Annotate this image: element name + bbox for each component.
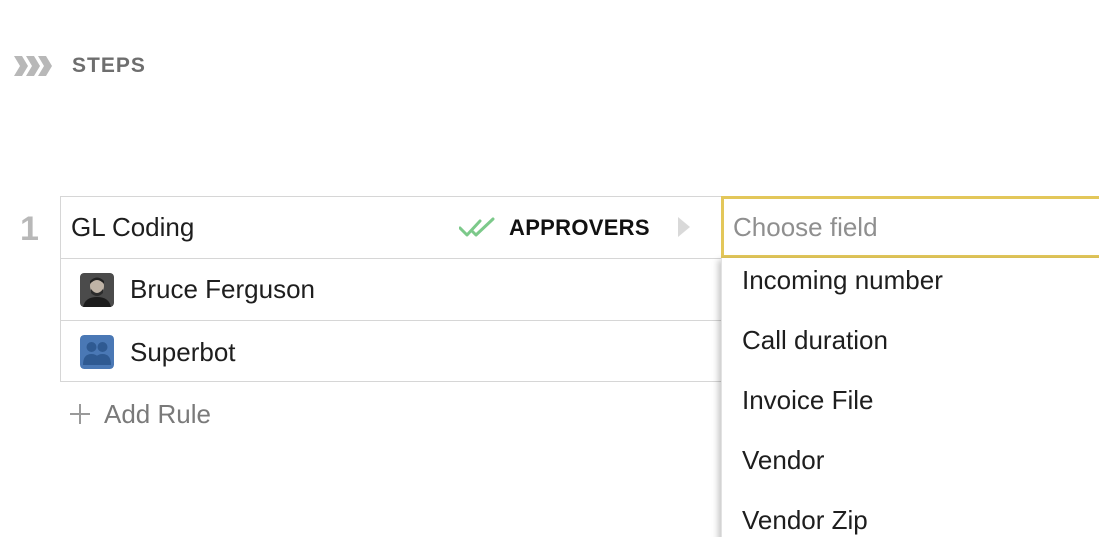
caret-right-icon[interactable]	[677, 216, 691, 238]
dropdown-option[interactable]: Incoming number	[722, 258, 1099, 318]
step-header-row[interactable]: GL Coding APPROVERS	[61, 197, 729, 259]
approvers-toggle[interactable]: APPROVERS	[459, 197, 650, 259]
dropdown-option[interactable]: Vendor Zip	[722, 498, 1099, 537]
approvers-label: APPROVERS	[509, 215, 650, 240]
double-check-icon	[459, 217, 495, 237]
page: STEPS 1 GL Coding APPROVERS Bruce Fergus…	[0, 0, 1099, 537]
step-number: 1	[20, 210, 39, 248]
step-card: GL Coding APPROVERS Bruce Ferguson Super…	[60, 196, 730, 382]
field-dropdown: Incoming number Call duration Invoice Fi…	[721, 258, 1099, 537]
step-name[interactable]: GL Coding	[71, 212, 194, 243]
dropdown-option[interactable]: Invoice File	[722, 378, 1099, 438]
approver-name: Superbot	[130, 336, 236, 367]
steps-chevrons-icon	[14, 56, 52, 76]
steps-header: STEPS	[14, 52, 146, 80]
dropdown-option[interactable]: Call duration	[722, 318, 1099, 378]
group-avatar-icon	[80, 335, 114, 369]
user-photo-avatar	[80, 272, 114, 307]
steps-title: STEPS	[72, 54, 146, 77]
dropdown-option[interactable]: Vendor	[722, 438, 1099, 498]
approver-row[interactable]: Bruce Ferguson	[61, 259, 729, 321]
choose-field-input[interactable]	[721, 196, 1099, 258]
plus-icon	[70, 404, 90, 424]
add-rule-label: Add Rule	[104, 398, 211, 429]
add-rule-button[interactable]: Add Rule	[70, 396, 211, 432]
approver-row[interactable]: Superbot	[61, 321, 729, 383]
approver-name: Bruce Ferguson	[130, 274, 315, 304]
